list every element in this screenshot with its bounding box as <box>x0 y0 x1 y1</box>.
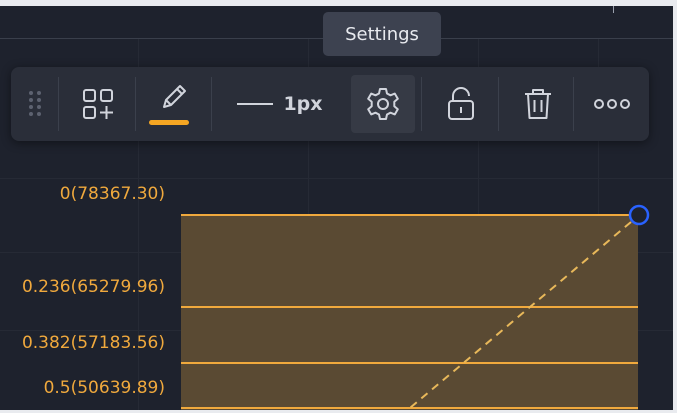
trash-icon <box>525 89 551 119</box>
fib-retracement-fill[interactable] <box>181 215 638 411</box>
fib-level-label: 0.5(50639.89) <box>43 378 165 398</box>
unlock-icon <box>448 87 474 120</box>
fib-level-line-05[interactable] <box>181 407 638 409</box>
fib-level-line-0236[interactable] <box>181 306 638 308</box>
drawing-toolbar: 1px <box>11 67 649 141</box>
toolbar-separator <box>573 77 574 131</box>
line-width-label: 1px <box>283 93 323 115</box>
toolbar-separator <box>498 77 499 131</box>
toolbar-separator <box>135 77 136 131</box>
window-frame <box>673 0 677 413</box>
templates-button[interactable] <box>67 75 129 133</box>
fib-level-line-0[interactable] <box>181 214 638 216</box>
grid-line <box>0 178 673 179</box>
fib-level-label: 0.382(57183.56) <box>21 333 165 353</box>
add-template-icon <box>83 89 113 119</box>
toolbar-separator <box>58 77 59 131</box>
scale-tick <box>613 6 614 13</box>
settings-tooltip: Settings <box>323 12 441 56</box>
gear-icon <box>367 88 399 120</box>
more-icon <box>594 99 630 109</box>
toolbar-separator <box>421 77 422 131</box>
line-color-button[interactable] <box>145 75 201 133</box>
drag-handle[interactable] <box>17 75 53 133</box>
drag-handle-icon <box>29 91 41 116</box>
line-color-swatch <box>149 120 189 125</box>
fib-level-label: 0(78367.30) <box>59 184 165 204</box>
pencil-icon <box>163 85 186 108</box>
delete-button[interactable] <box>506 75 570 133</box>
window-frame <box>0 0 677 6</box>
toolbar-separator <box>211 77 212 131</box>
chart-canvas[interactable]: 0(78367.30) 0.236(65279.96) 0.382(57183.… <box>0 0 677 413</box>
line-width-button[interactable]: 1px <box>223 75 337 133</box>
more-button[interactable] <box>581 75 643 133</box>
settings-button[interactable] <box>351 75 415 133</box>
lock-button[interactable] <box>429 75 493 133</box>
line-width-sample <box>237 103 274 105</box>
tooltip-text: Settings <box>345 23 419 45</box>
fib-level-label: 0.236(65279.96) <box>21 277 165 297</box>
fib-level-line-0382[interactable] <box>181 362 638 364</box>
